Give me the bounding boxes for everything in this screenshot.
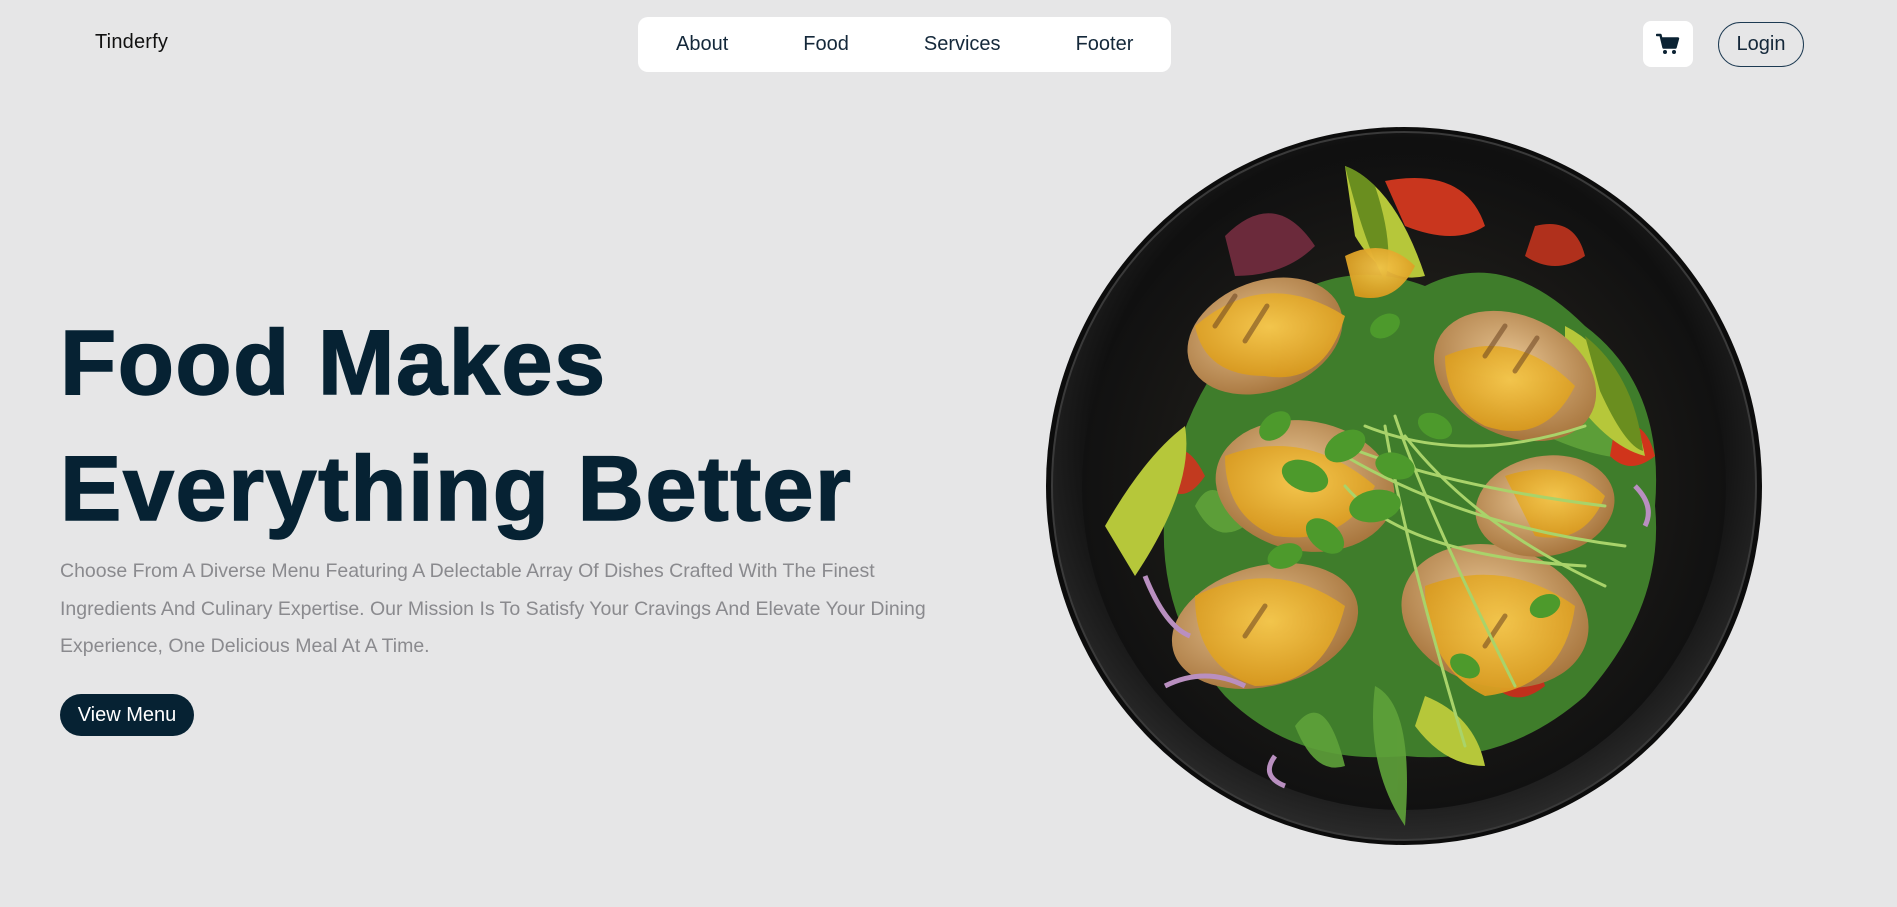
hero-headline-line1: Food Makes: [59, 311, 607, 415]
nav-item-services[interactable]: Services: [924, 33, 1001, 56]
cart-icon: [1656, 33, 1680, 54]
landing-page: Tinderfy About Food Services Footer Logi…: [0, 0, 1897, 907]
login-button[interactable]: Login: [1718, 22, 1804, 67]
salad-bowl-image: [1045, 126, 1763, 846]
hero-headline: Food Makes Everything Better: [59, 300, 853, 552]
nav-item-food[interactable]: Food: [803, 33, 849, 56]
main-nav: About Food Services Footer: [638, 17, 1171, 72]
view-menu-button[interactable]: View Menu: [60, 694, 194, 736]
cart-button[interactable]: [1643, 21, 1693, 67]
hero-headline-line2: Everything Better: [59, 437, 853, 541]
nav-item-footer[interactable]: Footer: [1076, 33, 1134, 56]
brand-logo[interactable]: Tinderfy: [95, 31, 168, 54]
nav-item-about[interactable]: About: [676, 33, 728, 56]
hero-description: Choose From A Diverse Menu Featuring A D…: [60, 560, 926, 657]
